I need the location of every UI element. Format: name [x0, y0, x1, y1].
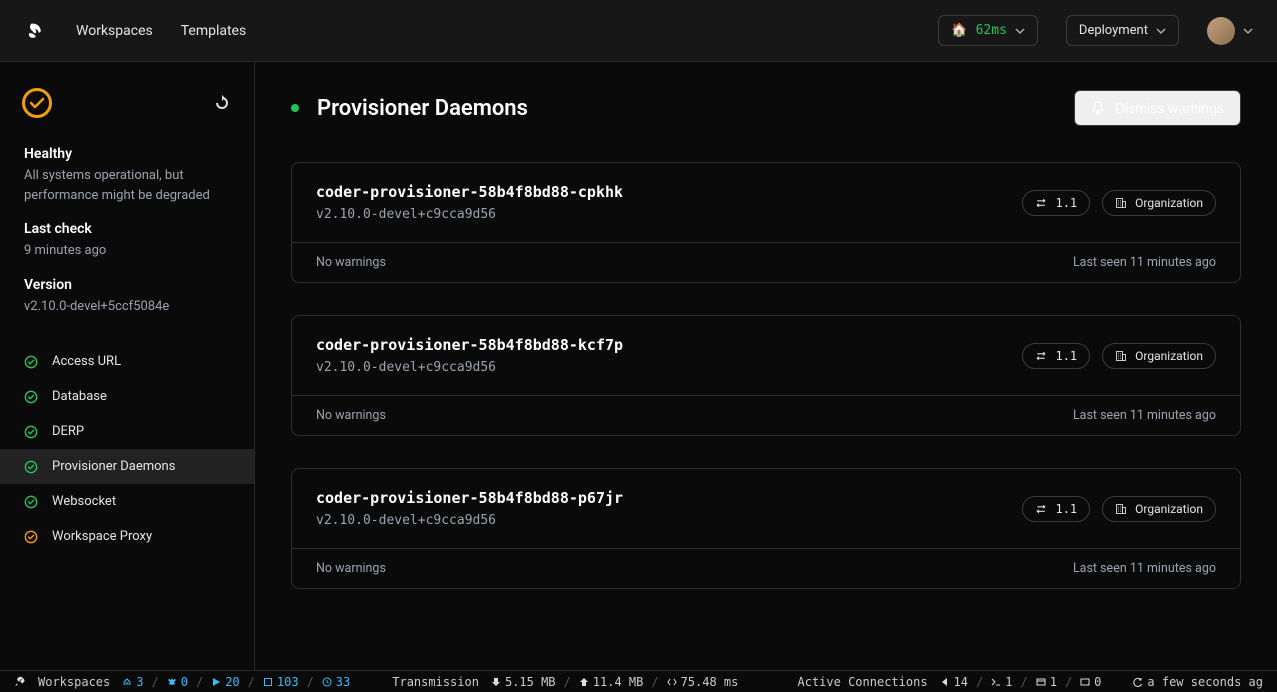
footer-ssh[interactable]: 1 — [985, 675, 1018, 689]
footer-workspaces-stopped[interactable]: 103 — [257, 675, 305, 689]
nav-templates[interactable]: Templates — [181, 23, 247, 39]
page-title: Provisioner Daemons — [317, 96, 528, 121]
sidebar-item-label: Workspace Proxy — [52, 529, 152, 544]
user-menu[interactable] — [1207, 17, 1253, 45]
chevron-down-icon — [1015, 26, 1025, 36]
daemon-last-seen: Last seen 11 minutes ago — [1073, 408, 1216, 423]
avatar — [1207, 17, 1235, 45]
footer-jetbrains[interactable]: 1 — [1030, 675, 1063, 689]
deployment-button[interactable]: Deployment — [1066, 15, 1179, 46]
check-circle-icon — [24, 460, 38, 474]
nav-workspaces[interactable]: Workspaces — [76, 23, 153, 39]
daemon-warnings: No warnings — [316, 255, 386, 270]
daemon-last-seen: Last seen 11 minutes ago — [1073, 255, 1216, 270]
healthy-desc: All systems operational, but performance… — [24, 166, 230, 205]
sidebar-item-label: Access URL — [52, 354, 121, 369]
health-sidebar: Healthy All systems operational, but per… — [0, 62, 255, 670]
sidebar-item-websocket[interactable]: Websocket — [0, 484, 254, 519]
daemon-last-seen: Last seen 11 minutes ago — [1073, 561, 1216, 576]
check-circle-icon — [24, 530, 38, 544]
sidebar-item-label: Database — [52, 389, 107, 404]
chevron-down-icon — [1156, 26, 1166, 36]
daemon-warnings: No warnings — [316, 561, 386, 576]
sidebar-item-workspace-proxy[interactable]: Workspace Proxy — [0, 519, 254, 554]
latency-icon: 🏠 — [951, 23, 967, 38]
sidebar-item-label: DERP — [52, 424, 84, 439]
footer-active-conn-label[interactable]: Active Connections — [792, 675, 934, 689]
rocket-icon[interactable] — [8, 676, 32, 688]
latency-button[interactable]: 🏠 62ms — [938, 15, 1038, 46]
swap-icon — [1035, 503, 1047, 515]
last-check-label: Last check — [24, 221, 230, 237]
top-header: Workspaces Templates 🏠 62ms Deployment — [0, 0, 1277, 62]
dismiss-label: Dismiss warnings — [1115, 100, 1224, 116]
chevron-down-icon — [1243, 26, 1253, 36]
scope-pill: Organization — [1102, 343, 1216, 369]
footer-transmission-label[interactable]: Transmission — [386, 675, 485, 689]
swap-icon — [1035, 197, 1047, 209]
daemon-card: coder-provisioner-58b4f8bd88-p67jr v2.10.… — [291, 468, 1241, 589]
deployment-label: Deployment — [1079, 23, 1148, 38]
api-version-pill: 1.1 — [1022, 190, 1090, 216]
scope-pill: Organization — [1102, 496, 1216, 522]
sidebar-item-database[interactable]: Database — [0, 379, 254, 414]
daemon-card: coder-provisioner-58b4f8bd88-cpkhk v2.10.… — [291, 162, 1241, 283]
daemon-name: coder-provisioner-58b4f8bd88-kcf7p — [316, 336, 623, 354]
version-value: v2.10.0-devel+5ccf5084e — [24, 297, 230, 317]
latency-value: 62ms — [976, 23, 1007, 38]
footer-workspaces-label[interactable]: Workspaces — [32, 675, 116, 689]
building-icon — [1115, 197, 1127, 209]
check-circle-icon — [24, 495, 38, 509]
daemon-version: v2.10.0-devel+c9cca9d56 — [316, 513, 623, 528]
refresh-button[interactable] — [214, 95, 230, 111]
sidebar-item-access-url[interactable]: Access URL — [0, 344, 254, 379]
footer-refreshed[interactable]: a few seconds ag — [1127, 675, 1269, 689]
healthy-title: Healthy — [24, 146, 230, 162]
logo-icon — [24, 19, 48, 43]
swap-icon — [1035, 350, 1047, 362]
check-circle-icon — [24, 355, 38, 369]
sidebar-item-provisioner-daemons[interactable]: Provisioner Daemons — [0, 449, 254, 484]
building-icon — [1115, 503, 1127, 515]
sidebar-item-derp[interactable]: DERP — [0, 414, 254, 449]
check-circle-icon — [24, 425, 38, 439]
footer-workspaces-running[interactable]: 20 — [205, 675, 245, 689]
status-dot-icon — [291, 104, 299, 112]
status-bar: Workspaces 3 / 0 / 20 / 103 / 33 Transmi… — [0, 670, 1277, 692]
building-icon — [1115, 350, 1127, 362]
health-nav: Access URL Database DERP Provisioner Daemon… — [0, 344, 254, 554]
api-version-pill: 1.1 — [1022, 343, 1090, 369]
daemon-name: coder-provisioner-58b4f8bd88-p67jr — [316, 489, 623, 507]
version-label: Version — [24, 277, 230, 293]
footer-reconnecting[interactable]: 0 — [1074, 675, 1107, 689]
health-status-icon — [22, 88, 52, 118]
daemon-warnings: No warnings — [316, 408, 386, 423]
footer-vscode[interactable]: 14 — [934, 675, 974, 689]
sidebar-item-label: Provisioner Daemons — [52, 459, 175, 474]
daemon-card: coder-provisioner-58b4f8bd88-kcf7p v2.10.… — [291, 315, 1241, 436]
last-check-value: 9 minutes ago — [24, 241, 230, 261]
footer-latency[interactable]: 75.48 ms — [661, 675, 745, 689]
footer-down[interactable]: 5.15 MB — [485, 675, 562, 689]
daemon-name: coder-provisioner-58b4f8bd88-cpkhk — [316, 183, 623, 201]
footer-workspaces-pending[interactable]: 33 — [316, 675, 356, 689]
scope-pill: Organization — [1102, 190, 1216, 216]
bell-icon — [1091, 101, 1105, 115]
daemon-version: v2.10.0-devel+c9cca9d56 — [316, 360, 623, 375]
sidebar-item-label: Websocket — [52, 494, 116, 509]
main-content: Provisioner Daemons Dismiss warnings cod… — [255, 62, 1277, 670]
check-circle-icon — [24, 390, 38, 404]
dismiss-warnings-button[interactable]: Dismiss warnings — [1074, 90, 1241, 126]
api-version-pill: 1.1 — [1022, 496, 1090, 522]
daemon-version: v2.10.0-devel+c9cca9d56 — [316, 207, 623, 222]
footer-up[interactable]: 11.4 MB — [573, 675, 650, 689]
footer-workspaces-building[interactable]: 3 — [116, 675, 149, 689]
footer-workspaces-failed[interactable]: 0 — [161, 675, 194, 689]
